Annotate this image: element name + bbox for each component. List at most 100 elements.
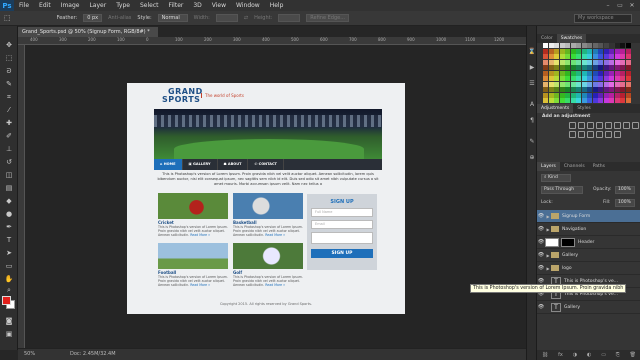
style-select[interactable]: Normal [157, 14, 188, 22]
color-swatch[interactable] [554, 43, 559, 48]
color-swatch[interactable] [587, 92, 592, 98]
color-swatch[interactable] [603, 92, 609, 98]
adjustment-icon[interactable] [578, 131, 585, 138]
eye-icon[interactable]: 👁 [537, 265, 545, 271]
color-swatch[interactable] [554, 48, 559, 54]
color-swatch[interactable] [559, 43, 565, 48]
color-swatch[interactable] [543, 70, 548, 76]
color-swatch[interactable] [609, 59, 614, 65]
color-swatch[interactable] [554, 81, 559, 87]
color-swatch[interactable] [565, 48, 570, 54]
color-swatch[interactable] [581, 65, 587, 70]
adjustment-icon[interactable] [623, 122, 630, 129]
kind-filter[interactable]: ⌕ Kind [541, 174, 571, 182]
color-swatch[interactable] [614, 48, 620, 54]
link-layers-icon[interactable]: ⛓ [542, 350, 548, 360]
color-swatch[interactable] [598, 59, 603, 65]
blur-tool-icon[interactable]: ◆ [3, 196, 15, 206]
color-swatch[interactable] [620, 81, 625, 87]
color-swatch[interactable] [548, 76, 554, 81]
menu-image[interactable]: Image [56, 2, 85, 9]
color-swatch[interactable] [581, 92, 587, 98]
color-swatch[interactable] [625, 70, 631, 76]
color-swatch[interactable] [543, 92, 548, 98]
nav-gallery[interactable]: ▣ GALLERY [183, 159, 218, 170]
menu-select[interactable]: Select [135, 2, 164, 9]
color-swatch[interactable] [620, 87, 625, 92]
color-swatch[interactable] [570, 59, 576, 65]
color-swatch[interactable] [559, 98, 565, 103]
color-swatch[interactable] [543, 59, 548, 65]
menu-3d[interactable]: 3D [188, 2, 206, 9]
color-swatch[interactable] [543, 43, 548, 48]
color-swatch[interactable] [609, 81, 614, 87]
color-swatch[interactable] [620, 48, 625, 54]
color-swatch[interactable] [570, 81, 576, 87]
brush-presets-icon[interactable]: ✎ [528, 138, 536, 146]
layer-header[interactable]: 👁 Header [537, 236, 640, 249]
color-swatch[interactable] [554, 76, 559, 81]
lasso-tool-icon[interactable]: ᘐ [3, 66, 15, 76]
antialias-checkbox[interactable]: Anti-alias [108, 15, 131, 21]
color-swatch[interactable] [603, 48, 609, 54]
color-swatch[interactable] [592, 48, 598, 54]
color-swatch[interactable] [565, 65, 570, 70]
color-swatch[interactable] [598, 54, 603, 59]
color-swatch[interactable] [598, 43, 603, 48]
color-swatch[interactable] [609, 48, 614, 54]
maximize-icon[interactable]: ▭ [615, 2, 625, 10]
layer-signup-form[interactable]: 👁 ▶ Signup Form [537, 210, 640, 223]
color-swatch[interactable] [581, 59, 587, 65]
color-swatch[interactable] [548, 54, 554, 59]
layer-logo[interactable]: 👁 ▶ logo [537, 262, 640, 275]
color-swatch[interactable] [614, 81, 620, 87]
color-swatch[interactable] [609, 76, 614, 81]
quick-mask-icon[interactable]: ◙ [3, 316, 15, 326]
document-canvas[interactable]: GRAND SPORTS The world of Sports ⌂ HOME … [127, 83, 405, 314]
menu-layer[interactable]: Layer [84, 2, 111, 9]
color-swatch[interactable] [598, 48, 603, 54]
menu-edit[interactable]: Edit [34, 2, 56, 9]
close-icon[interactable]: ✕ [627, 2, 637, 10]
adjustment-icon[interactable] [614, 131, 621, 138]
zoom-level[interactable]: 50% [24, 349, 35, 360]
foreground-color-swatch[interactable] [2, 296, 11, 305]
document-tab[interactable]: Grand_Sports.psd @ 50% (Signup Form, RGB… [18, 27, 158, 37]
color-swatch[interactable] [625, 54, 631, 59]
crop-tool-icon[interactable]: ⌗ [3, 92, 15, 102]
color-swatch[interactable] [620, 98, 625, 103]
color-swatch[interactable] [565, 92, 570, 98]
color-swatch[interactable] [576, 70, 581, 76]
read-more-link[interactable]: Read More » [190, 283, 210, 287]
layer-navigation[interactable]: 👁 ▶ Navigation [537, 223, 640, 236]
color-swatch[interactable] [592, 59, 598, 65]
swatches-grid[interactable] [543, 43, 635, 113]
color-swatch[interactable] [587, 76, 592, 81]
new-layer-icon[interactable]: ⎘ [616, 350, 620, 360]
color-swatch[interactable] [548, 87, 554, 92]
color-swatch[interactable] [614, 54, 620, 59]
color-swatch[interactable] [543, 54, 548, 59]
history-icon[interactable]: ⌛ [528, 48, 536, 56]
color-swatch[interactable] [587, 54, 592, 59]
color-swatch[interactable] [614, 70, 620, 76]
color-swatch[interactable] [570, 43, 576, 48]
color-swatch[interactable] [576, 87, 581, 92]
color-swatch[interactable] [554, 54, 559, 59]
nav-contact[interactable]: ✆ CONTACT [248, 159, 284, 170]
color-swatch[interactable] [592, 70, 598, 76]
tab-channels[interactable]: Channels [560, 162, 589, 171]
color-swatch[interactable] [581, 76, 587, 81]
color-swatch[interactable] [609, 65, 614, 70]
clone-source-icon[interactable]: ⊕ [528, 154, 536, 162]
color-swatch[interactable] [570, 87, 576, 92]
color-swatch[interactable] [543, 81, 548, 87]
adjustment-icon[interactable] [596, 122, 603, 129]
color-swatch[interactable] [592, 43, 598, 48]
nav-about[interactable]: ☗ ABOUT [218, 159, 249, 170]
color-swatch[interactable] [576, 98, 581, 103]
color-swatch[interactable] [598, 98, 603, 103]
color-swatch[interactable] [598, 92, 603, 98]
color-swatch[interactable] [609, 43, 614, 48]
minimize-icon[interactable]: – [603, 2, 613, 10]
